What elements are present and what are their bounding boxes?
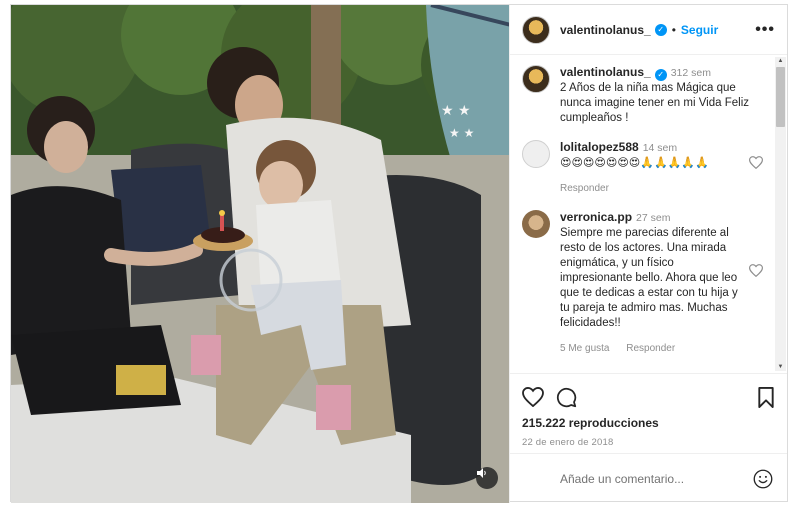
comments-list[interactable]: valentinolanus_ ✓ 312 sem 2 Años de la niñ… bbox=[510, 55, 787, 373]
views-count[interactable]: 215.222 reproducciones bbox=[522, 416, 775, 430]
heart-icon[interactable] bbox=[522, 387, 544, 407]
post-dialog: ★ ★ ★ ★ bbox=[10, 4, 788, 503]
separator-dot: • bbox=[671, 22, 676, 37]
more-options-icon[interactable]: ••• bbox=[755, 21, 775, 39]
commenter-avatar[interactable] bbox=[522, 210, 550, 238]
post-actions: 215.222 reproducciones 22 de enero de 20… bbox=[510, 373, 787, 453]
video-frame: ★ ★ ★ ★ bbox=[11, 5, 509, 503]
comment-like-icon[interactable] bbox=[749, 264, 763, 277]
audio-muted-icon bbox=[477, 468, 486, 478]
reply-button[interactable]: Responder bbox=[626, 343, 675, 354]
comment-item: verronica.pp 27 sem Siempre me parecias d… bbox=[522, 210, 763, 356]
comment-username[interactable]: verronica.pp bbox=[560, 210, 632, 224]
follow-button[interactable]: Seguir bbox=[681, 23, 718, 37]
comment-item: lolitalopez588 14 sem 😍😍😍😍😍😍😍🙏🙏🙏🙏🙏 Respon… bbox=[522, 140, 763, 196]
comment-like-icon[interactable] bbox=[749, 156, 763, 169]
caption: valentinolanus_ ✓ 312 sem 2 Años de la niñ… bbox=[522, 65, 763, 126]
emoji-icon[interactable] bbox=[753, 469, 773, 489]
verified-badge-icon: ✓ bbox=[654, 68, 667, 81]
comment-likes-count[interactable]: 5 Me gusta bbox=[560, 343, 609, 354]
reply-button[interactable]: Responder bbox=[560, 183, 609, 194]
comment-text: Siempre me parecias diferente al resto d… bbox=[560, 227, 738, 329]
author-avatar[interactable] bbox=[522, 15, 550, 44]
scroll-up-arrow-icon[interactable]: ▲ bbox=[776, 57, 785, 65]
scroll-down-arrow-icon[interactable]: ▼ bbox=[776, 363, 785, 371]
caption-text: 2 Años de la niña mas Mágica que nunca i… bbox=[560, 82, 750, 124]
add-comment-bar bbox=[510, 453, 787, 503]
comment-time: 14 sem bbox=[642, 142, 678, 154]
bookmark-icon[interactable] bbox=[757, 386, 775, 408]
post-header: valentinolanus_ ✓ • Seguir ••• bbox=[510, 5, 787, 55]
verified-badge-icon: ✓ bbox=[654, 23, 667, 36]
post-date[interactable]: 22 de enero de 2018 bbox=[522, 437, 775, 448]
audio-toggle-button[interactable] bbox=[476, 467, 498, 489]
commenter-avatar[interactable] bbox=[522, 140, 550, 168]
caption-avatar[interactable] bbox=[522, 65, 550, 93]
post-video[interactable]: ★ ★ ★ ★ bbox=[11, 5, 509, 503]
comment-icon[interactable] bbox=[556, 387, 577, 408]
caption-time: 312 sem bbox=[670, 67, 711, 79]
post-side-panel: valentinolanus_ ✓ • Seguir ••• valentino… bbox=[509, 5, 787, 503]
author-username[interactable]: valentinolanus_ bbox=[560, 23, 651, 37]
caption-username[interactable]: valentinolanus_ bbox=[560, 65, 651, 79]
comment-text: 😍😍😍😍😍😍😍🙏🙏🙏🙏🙏 bbox=[560, 157, 709, 169]
comment-time: 27 sem bbox=[636, 212, 671, 224]
scrollbar-thumb[interactable] bbox=[776, 67, 785, 127]
comment-username[interactable]: lolitalopez588 bbox=[560, 140, 639, 154]
add-comment-input[interactable] bbox=[560, 471, 753, 486]
